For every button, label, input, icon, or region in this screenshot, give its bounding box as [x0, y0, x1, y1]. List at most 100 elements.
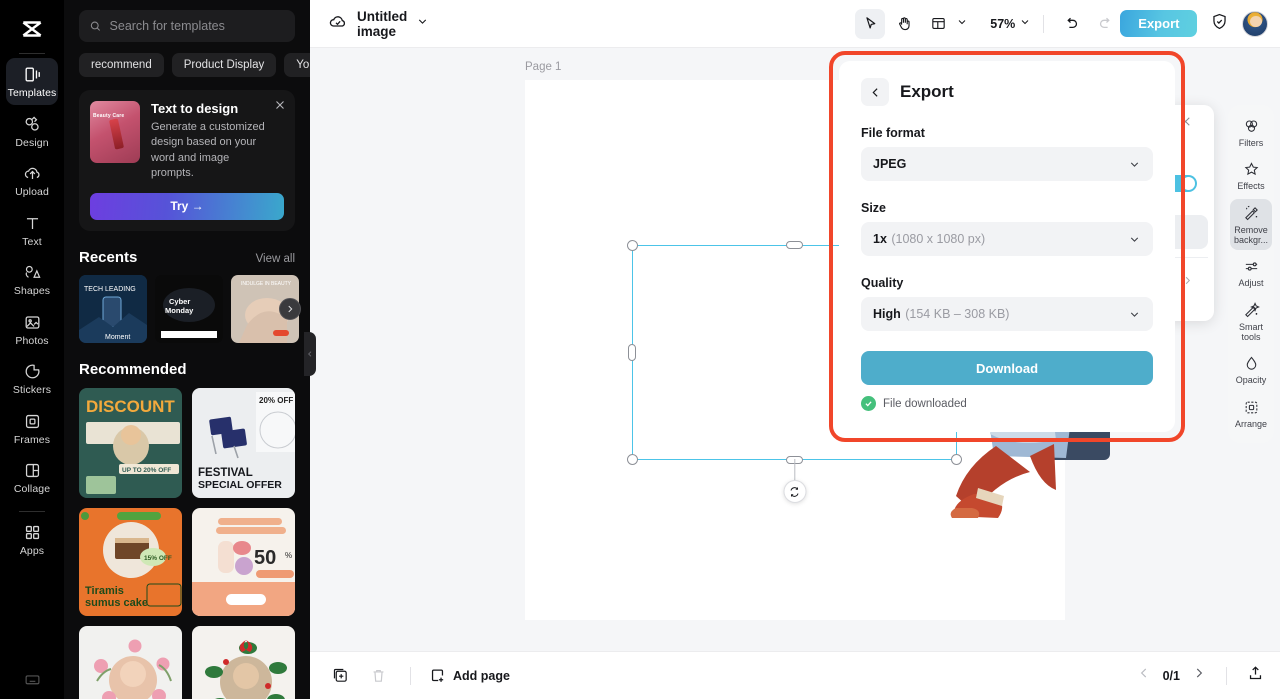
tool-arrange[interactable]: Arrange [1230, 393, 1272, 434]
shield-check-icon[interactable] [1210, 12, 1229, 36]
avatar[interactable] [1242, 10, 1269, 37]
template-card-skincare[interactable]: 50 % [192, 507, 295, 616]
sidebar-item-upload[interactable]: Upload [6, 157, 58, 204]
svg-text:TECH LEADING: TECH LEADING [84, 286, 136, 293]
svg-text:UP TO 20% OFF: UP TO 20% OFF [122, 467, 171, 474]
toolbar-divider [1043, 14, 1045, 33]
collage-icon [25, 464, 39, 478]
add-page-label: Add page [453, 668, 510, 683]
recents-view-all[interactable]: View all [256, 253, 295, 265]
chip-recommend[interactable]: recommend [79, 53, 164, 77]
chip-you[interactable]: Yo [284, 53, 310, 77]
select-tool-button[interactable] [855, 8, 886, 39]
sidebar-item-photos[interactable]: Photos [6, 306, 58, 353]
close-icon[interactable] [274, 98, 286, 116]
delete-page-button[interactable] [364, 662, 392, 690]
recents-title: Recents [79, 248, 138, 266]
rotate-icon[interactable] [783, 480, 806, 503]
svg-text:SPECIAL OFFER: SPECIAL OFFER [198, 479, 282, 491]
search-icon [90, 21, 101, 31]
resize-handle-tl[interactable] [627, 240, 638, 251]
resize-handle-br[interactable] [951, 454, 962, 465]
template-card-discount[interactable]: DISCOUNT UP TO 20% OFF [79, 387, 182, 498]
sidebar-item-label: Design [15, 136, 49, 149]
prev-page-button[interactable] [1137, 666, 1151, 685]
tool-adjust[interactable]: Adjust [1230, 252, 1272, 293]
duplicate-page-button[interactable] [326, 662, 354, 690]
chevron-right-icon[interactable] [279, 297, 301, 320]
chevron-down-icon[interactable] [416, 15, 429, 33]
export-button[interactable]: Export [1120, 10, 1198, 37]
chevron-down-icon[interactable] [956, 15, 968, 33]
tool-remove-background[interactable]: Remove backgr... [1230, 198, 1272, 251]
undo-icon [1067, 17, 1077, 29]
trash-icon [373, 669, 383, 682]
frames-icon [25, 414, 39, 428]
chevron-down-icon[interactable] [1019, 15, 1031, 33]
hand-tool-button[interactable] [889, 9, 919, 39]
tool-label: Arrange [1234, 418, 1268, 429]
export-dialog-header: Export [861, 78, 1153, 106]
layout-panel-icon [932, 17, 945, 30]
tool-effects[interactable]: Effects [1230, 155, 1272, 196]
size-value: 1x [873, 232, 887, 246]
search-input[interactable] [109, 19, 285, 33]
capcut-logo-icon[interactable] [15, 12, 49, 46]
sidebar-item-design[interactable]: Design [6, 108, 58, 155]
recent-template-2[interactable]: Cyber Monday [155, 274, 223, 343]
back-button[interactable] [861, 78, 889, 106]
redo-icon [1099, 17, 1110, 29]
download-button[interactable]: Download [861, 351, 1153, 385]
zoom-level[interactable]: 57% [990, 17, 1015, 31]
template-card-festival[interactable]: 20% OFF FESTIVAL SPECIAL OFFER [192, 387, 295, 498]
export-dialog: Export File format JPEG Size 1x (1080 x … [839, 61, 1175, 432]
keyboard-icon[interactable] [24, 671, 41, 693]
upload-share-icon [1249, 665, 1262, 679]
sidebar-item-stickers[interactable]: Stickers [6, 355, 58, 402]
tool-label: Adjust [1238, 278, 1264, 289]
panel-collapse-handle[interactable] [304, 332, 316, 376]
svg-text:Monday: Monday [165, 306, 194, 315]
sidebar-item-templates[interactable]: Templates [6, 58, 58, 105]
tool-label: Effects [1237, 181, 1265, 192]
tool-filters[interactable]: Filters [1230, 112, 1272, 153]
resize-handle-bl[interactable] [627, 454, 638, 465]
undo-button[interactable] [1056, 9, 1086, 39]
chip-product-display[interactable]: Product Display [171, 53, 277, 77]
next-page-button[interactable] [1192, 666, 1206, 685]
redo-button[interactable] [1090, 9, 1120, 39]
add-page-button[interactable]: Add page [429, 667, 510, 684]
sidebar-item-shapes[interactable]: Shapes [6, 256, 58, 303]
sidebar-item-collage[interactable]: Collage [6, 454, 58, 501]
svg-text:Tiramis: Tiramis [85, 585, 124, 597]
quality-select[interactable]: High (154 KB – 308 KB) [861, 297, 1153, 331]
sidebar-item-text[interactable]: Text [6, 207, 58, 254]
svg-text:50: 50 [254, 547, 276, 569]
document-title[interactable]: Untitled image [357, 9, 407, 39]
chevron-down-icon [1130, 161, 1139, 167]
share-export-button[interactable] [1247, 665, 1264, 687]
recent-template-1[interactable]: TECH LEADING Moment [79, 274, 147, 343]
capcut-editor-window: Templates Design Upload Text Shapes Phot… [0, 0, 1280, 699]
template-card-christmas-wreath[interactable] [192, 625, 295, 699]
sidebar-item-frames[interactable]: Frames [6, 405, 58, 452]
search-input-wrapper[interactable] [79, 10, 295, 42]
top-toolbar: Untitled image 57% Export [310, 0, 1280, 48]
resize-handle-top[interactable] [785, 241, 803, 249]
layout-tool-button[interactable] [923, 9, 953, 39]
sidebar-item-apps[interactable]: Apps [6, 516, 58, 563]
rail-divider-top [19, 53, 45, 54]
template-card-tiramisu[interactable]: 15% OFF Tiramis sumus cake [79, 507, 182, 616]
sidebar-item-label: Apps [19, 544, 45, 557]
quality-label: Quality [861, 276, 904, 290]
tool-smart-tools[interactable]: Smart tools [1230, 296, 1272, 348]
download-status: File downloaded [861, 396, 1153, 411]
file-format-select[interactable]: JPEG [861, 147, 1153, 181]
template-card-floral-portrait[interactable] [79, 625, 182, 699]
effects-star-icon [1244, 162, 1258, 176]
size-select[interactable]: 1x (1080 x 1080 px) [861, 222, 1153, 256]
tool-opacity[interactable]: Opacity [1230, 349, 1272, 390]
try-button[interactable]: Try → [90, 192, 284, 220]
text-to-design-promo: Beauty Care Text to design Generate a cu… [79, 90, 295, 231]
resize-handle-left[interactable] [628, 343, 636, 361]
